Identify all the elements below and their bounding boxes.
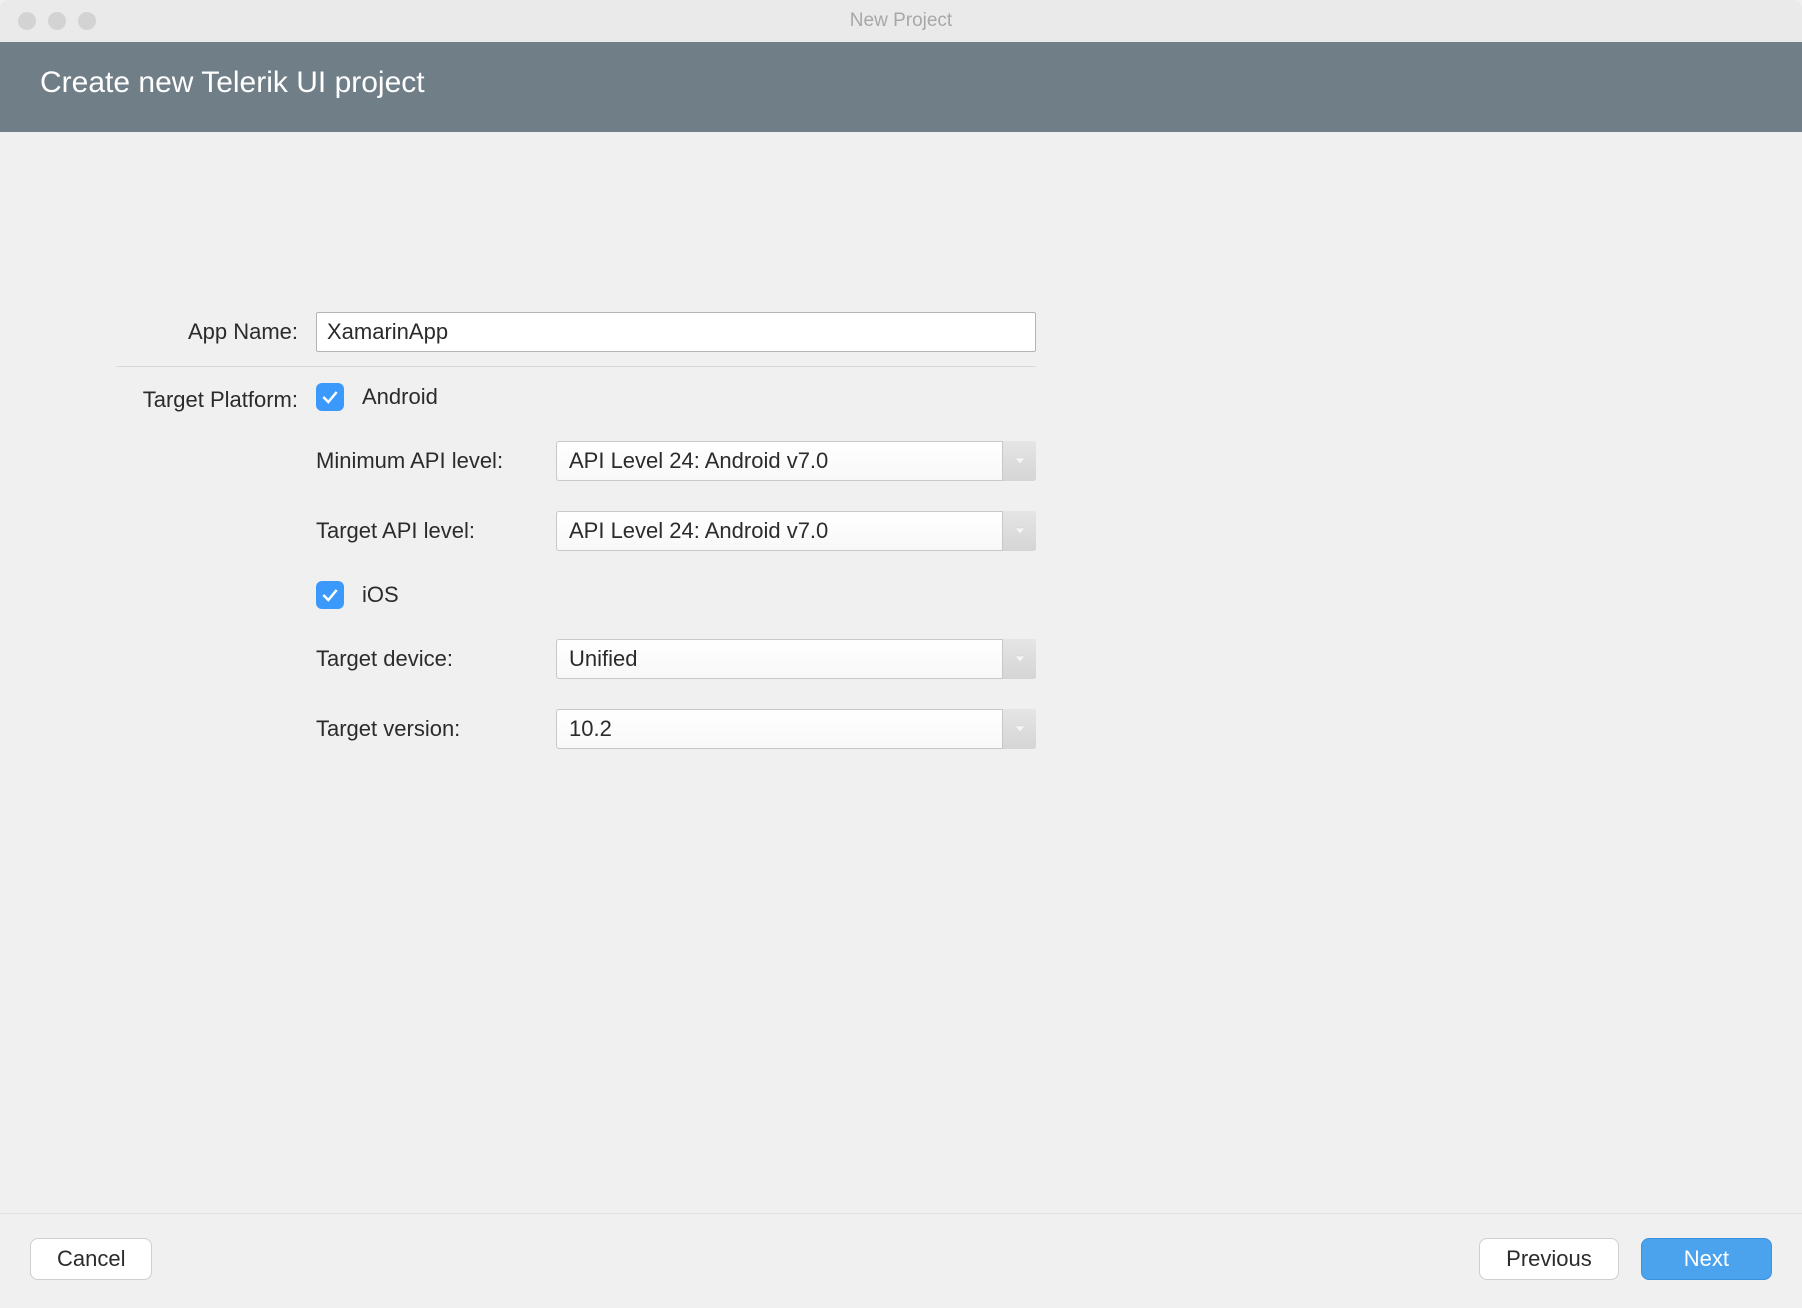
- footer-right: Previous Next: [1479, 1238, 1772, 1280]
- ios-checkbox[interactable]: [316, 581, 344, 609]
- new-project-window: New Project Create new Telerik UI projec…: [0, 0, 1802, 1308]
- target-device-value: Unified: [569, 646, 637, 672]
- previous-button[interactable]: Previous: [1479, 1238, 1619, 1280]
- header-band: Create new Telerik UI project: [0, 42, 1802, 132]
- divider: [116, 366, 1036, 367]
- target-api-label: Target API level:: [316, 518, 546, 544]
- target-platform-row: Target Platform: Android Minimum API lev…: [116, 383, 1036, 749]
- maximize-window-icon[interactable]: [78, 12, 96, 30]
- checkmark-icon: [320, 585, 340, 605]
- target-device-select[interactable]: Unified: [556, 639, 1036, 679]
- target-version-select[interactable]: 10.2: [556, 709, 1036, 749]
- target-api-select[interactable]: API Level 24: Android v7.0: [556, 511, 1036, 551]
- next-button[interactable]: Next: [1641, 1238, 1772, 1280]
- titlebar: New Project: [0, 0, 1802, 42]
- ios-label: iOS: [362, 582, 399, 608]
- target-version-row: Target version: 10.2: [316, 709, 1036, 749]
- app-name-input[interactable]: [316, 312, 1036, 352]
- ios-checkbox-row: iOS: [316, 581, 1036, 609]
- app-name-label: App Name:: [116, 319, 316, 345]
- window-title: New Project: [850, 10, 952, 32]
- target-device-row: Target device: Unified: [316, 639, 1036, 679]
- checkmark-icon: [320, 387, 340, 407]
- cancel-button[interactable]: Cancel: [30, 1238, 152, 1280]
- min-api-value: API Level 24: Android v7.0: [569, 448, 828, 474]
- android-checkbox-row: Android: [316, 383, 1036, 411]
- close-window-icon[interactable]: [18, 12, 36, 30]
- min-api-select[interactable]: API Level 24: Android v7.0: [556, 441, 1036, 481]
- target-version-value: 10.2: [569, 716, 612, 742]
- android-checkbox[interactable]: [316, 383, 344, 411]
- page-title: Create new Telerik UI project: [40, 66, 1762, 100]
- project-form: App Name: Target Platform: Android: [116, 312, 1036, 749]
- app-name-row: App Name:: [116, 312, 1036, 352]
- minimize-window-icon[interactable]: [48, 12, 66, 30]
- target-device-label: Target device:: [316, 646, 546, 672]
- min-api-label: Minimum API level:: [316, 448, 546, 474]
- android-label: Android: [362, 384, 438, 410]
- content-area: App Name: Target Platform: Android: [0, 132, 1802, 1213]
- target-api-value: API Level 24: Android v7.0: [569, 518, 828, 544]
- min-api-row: Minimum API level: API Level 24: Android…: [316, 441, 1036, 481]
- traffic-lights: [0, 12, 96, 30]
- target-version-label: Target version:: [316, 716, 546, 742]
- target-api-row: Target API level: API Level 24: Android …: [316, 511, 1036, 551]
- footer: Cancel Previous Next: [0, 1213, 1802, 1308]
- target-platform-label: Target Platform:: [116, 383, 316, 413]
